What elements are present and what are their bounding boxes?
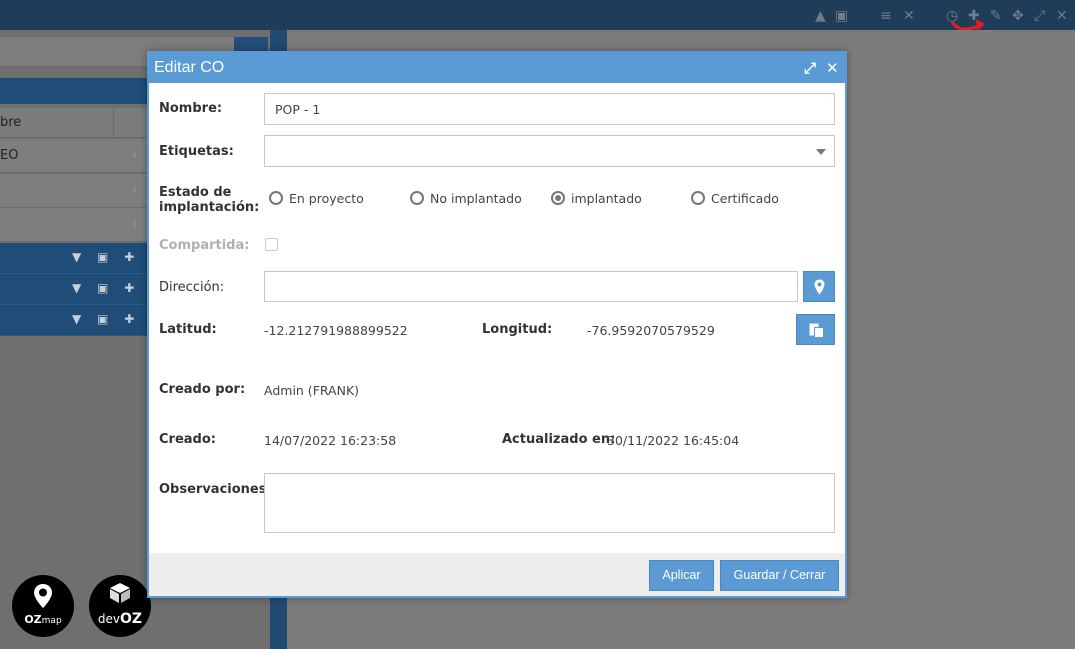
image-icon[interactable]: ▣ — [835, 8, 848, 24]
direccion-label: Dirección: — [159, 280, 225, 295]
etiquetas-label: Etiquetas: — [159, 144, 234, 159]
chevron-down-icon[interactable] — [816, 149, 826, 155]
latitud-label: Latitud: — [159, 322, 217, 337]
radio-en-proyecto[interactable]: En proyecto — [269, 191, 364, 206]
collapse-icon[interactable]: ▲ — [815, 8, 826, 24]
longitud-label: Longitud: — [482, 322, 553, 337]
longitud-value: -76.9592070579529 — [587, 323, 715, 338]
map-marker-icon — [814, 279, 825, 295]
locate-button[interactable] — [803, 271, 835, 302]
chevron-left-icon: ‹ — [132, 148, 138, 163]
close-icon[interactable]: ✕ — [826, 59, 839, 77]
creado-por-label: Creado por: — [159, 382, 246, 397]
dialog-title: Editar CO — [154, 59, 225, 76]
expand-icon[interactable]: ⤢ — [1034, 8, 1045, 24]
observaciones-label: Observaciones: — [159, 482, 272, 497]
latitud-value: -12.212791988899522 — [264, 323, 408, 338]
dialog-footer: Aplicar Guardar / Cerrar — [149, 553, 845, 596]
radio-no-implantado[interactable]: No implantado — [410, 191, 522, 206]
layer-tools-icon[interactable]: ▼ ▣ ✚ — [72, 250, 140, 264]
estado-label: Estado de implantación: — [159, 185, 260, 215]
close-icon[interactable]: ✕ — [903, 8, 915, 24]
paste-coordinates-button[interactable] — [796, 314, 835, 345]
paste-icon — [809, 323, 824, 338]
pencil-icon[interactable]: ✎ — [990, 8, 1002, 24]
chevron-left-icon: ‹ — [132, 183, 138, 198]
move-icon[interactable]: ✥ — [1012, 8, 1024, 24]
ozmap-logo: OZmap — [12, 575, 74, 637]
creado-por-value: Admin (FRANK) — [264, 383, 360, 398]
top-toolbar: ▲ ▣ ≡ ✕ ◷ ✚ ✎ ✥ ⤢ ✕ — [0, 0, 1075, 30]
compartida-label: Compartida: — [159, 238, 250, 253]
compartida-checkbox[interactable] — [265, 238, 278, 251]
edit-co-dialog: Editar CO ⤢ ✕ Nombre: Etiquetas: Estado … — [147, 51, 847, 598]
devoz-logo: devOZ — [89, 575, 151, 637]
observaciones-textarea[interactable] — [264, 473, 835, 533]
close-panel-icon[interactable]: ✕ — [1056, 8, 1068, 24]
chevron-left-icon: ‹ — [132, 217, 138, 232]
creado-value: 14/07/2022 16:23:58 — [264, 433, 397, 448]
map-pin-icon — [34, 584, 52, 608]
direccion-input[interactable] — [264, 271, 798, 302]
radio-implantado[interactable]: implantado — [551, 191, 642, 206]
cube-icon — [110, 583, 130, 603]
actualizado-label: Actualizado en: — [502, 432, 616, 447]
list-icon[interactable]: ≡ — [880, 8, 892, 24]
etiquetas-select[interactable] — [264, 135, 835, 167]
actualizado-value: 30/11/2022 16:45:04 — [607, 433, 740, 448]
nombre-input[interactable] — [264, 93, 835, 125]
aplicar-button[interactable]: Aplicar — [649, 560, 714, 591]
radio-certificado[interactable]: Certificado — [691, 191, 779, 206]
dialog-titlebar[interactable]: Editar CO ⤢ ✕ — [149, 53, 845, 83]
creado-label: Creado: — [159, 432, 216, 447]
maximize-icon[interactable]: ⤢ — [804, 59, 816, 77]
layer-tools-icon[interactable]: ▼ ▣ ✚ — [72, 281, 140, 295]
guardar-cerrar-button[interactable]: Guardar / Cerrar — [720, 560, 839, 591]
nombre-label: Nombre: — [159, 101, 223, 116]
layer-tools-icon[interactable]: ▼ ▣ ✚ — [72, 312, 140, 326]
